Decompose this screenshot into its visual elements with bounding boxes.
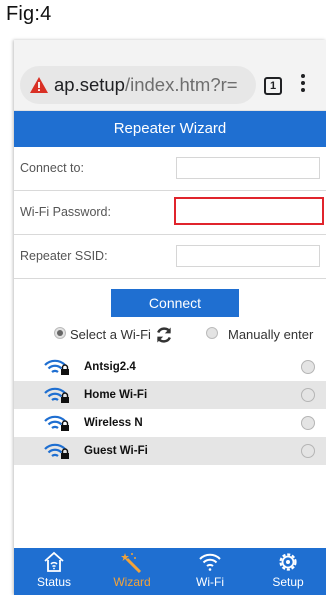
wifi-lock-icon xyxy=(44,443,69,459)
repeater-ssid-label: Repeater SSID: xyxy=(20,249,108,263)
address-bar[interactable]: ap.setup/index.htm?r= xyxy=(20,66,256,104)
list-item[interactable]: Antsig2.4 xyxy=(14,353,326,381)
mode-selector: Select a Wi-Fi Manually enter xyxy=(14,323,326,353)
wifi-lock-icon xyxy=(44,415,69,431)
wand-icon xyxy=(121,553,142,574)
wifi-lock-icon xyxy=(44,359,69,375)
password-field[interactable] xyxy=(174,197,324,225)
url-path: /index.htm?r= xyxy=(124,74,238,95)
nav-wizard-label: Wizard xyxy=(113,575,151,589)
network-radio[interactable] xyxy=(301,444,315,458)
wifi-icon xyxy=(199,553,221,571)
phone-screen: ap.setup/index.htm?r= 1 Repeater Wizard … xyxy=(14,40,326,595)
wifi-lock-icon xyxy=(44,387,69,403)
home-icon xyxy=(44,551,64,572)
select-wifi-radio[interactable] xyxy=(54,327,66,339)
nav-setup[interactable]: Setup xyxy=(258,550,318,589)
connect-button[interactable]: Connect xyxy=(111,289,239,317)
wifi-network-list: Antsig2.4 Home Wi-Fi Wireless N Guest Wi… xyxy=(14,353,326,465)
list-item[interactable]: Home Wi-Fi xyxy=(14,381,326,409)
nav-status[interactable]: Status xyxy=(24,550,84,589)
tab-count-button[interactable]: 1 xyxy=(264,77,282,95)
warning-triangle-icon xyxy=(30,77,48,93)
status-bar xyxy=(14,40,326,62)
nav-wizard[interactable]: Wizard xyxy=(102,550,162,589)
network-radio[interactable] xyxy=(301,388,315,402)
repeater-ssid-field[interactable] xyxy=(176,245,320,267)
network-name: Wireless N xyxy=(84,417,143,429)
refresh-icon[interactable] xyxy=(154,325,174,345)
manual-enter-radio[interactable] xyxy=(206,327,218,339)
network-radio[interactable] xyxy=(301,416,315,430)
password-row: Wi-Fi Password: xyxy=(14,191,326,235)
connect-to-label: Connect to: xyxy=(20,161,84,175)
bottom-nav: Status Wizard Wi-Fi Setup xyxy=(14,548,326,595)
manual-enter-label: Manually enter xyxy=(228,327,314,342)
repeater-ssid-row: Repeater SSID: xyxy=(14,235,326,279)
browser-toolbar: ap.setup/index.htm?r= 1 xyxy=(14,62,326,111)
gear-icon xyxy=(279,553,297,571)
page-title: Repeater Wizard xyxy=(14,111,326,147)
connect-to-row: Connect to: xyxy=(14,147,326,191)
connect-area: Connect xyxy=(14,279,326,323)
url-host: ap.setup xyxy=(54,74,125,95)
nav-status-label: Status xyxy=(36,575,72,589)
password-label: Wi-Fi Password: xyxy=(20,205,111,219)
network-radio[interactable] xyxy=(301,360,315,374)
list-item[interactable]: Wireless N xyxy=(14,409,326,437)
list-item[interactable]: Guest Wi-Fi xyxy=(14,437,326,465)
network-name: Guest Wi-Fi xyxy=(84,445,148,457)
figure-label: Fig:4 xyxy=(6,3,52,25)
nav-setup-label: Setup xyxy=(272,575,304,589)
network-name: Antsig2.4 xyxy=(84,361,136,373)
select-wifi-label: Select a Wi-Fi xyxy=(70,327,151,342)
more-menu-icon[interactable] xyxy=(300,74,306,96)
connect-to-field[interactable] xyxy=(176,157,320,179)
nav-wifi-label: Wi-Fi xyxy=(196,575,224,589)
network-name: Home Wi-Fi xyxy=(84,389,148,401)
nav-wifi[interactable]: Wi-Fi xyxy=(180,550,240,589)
